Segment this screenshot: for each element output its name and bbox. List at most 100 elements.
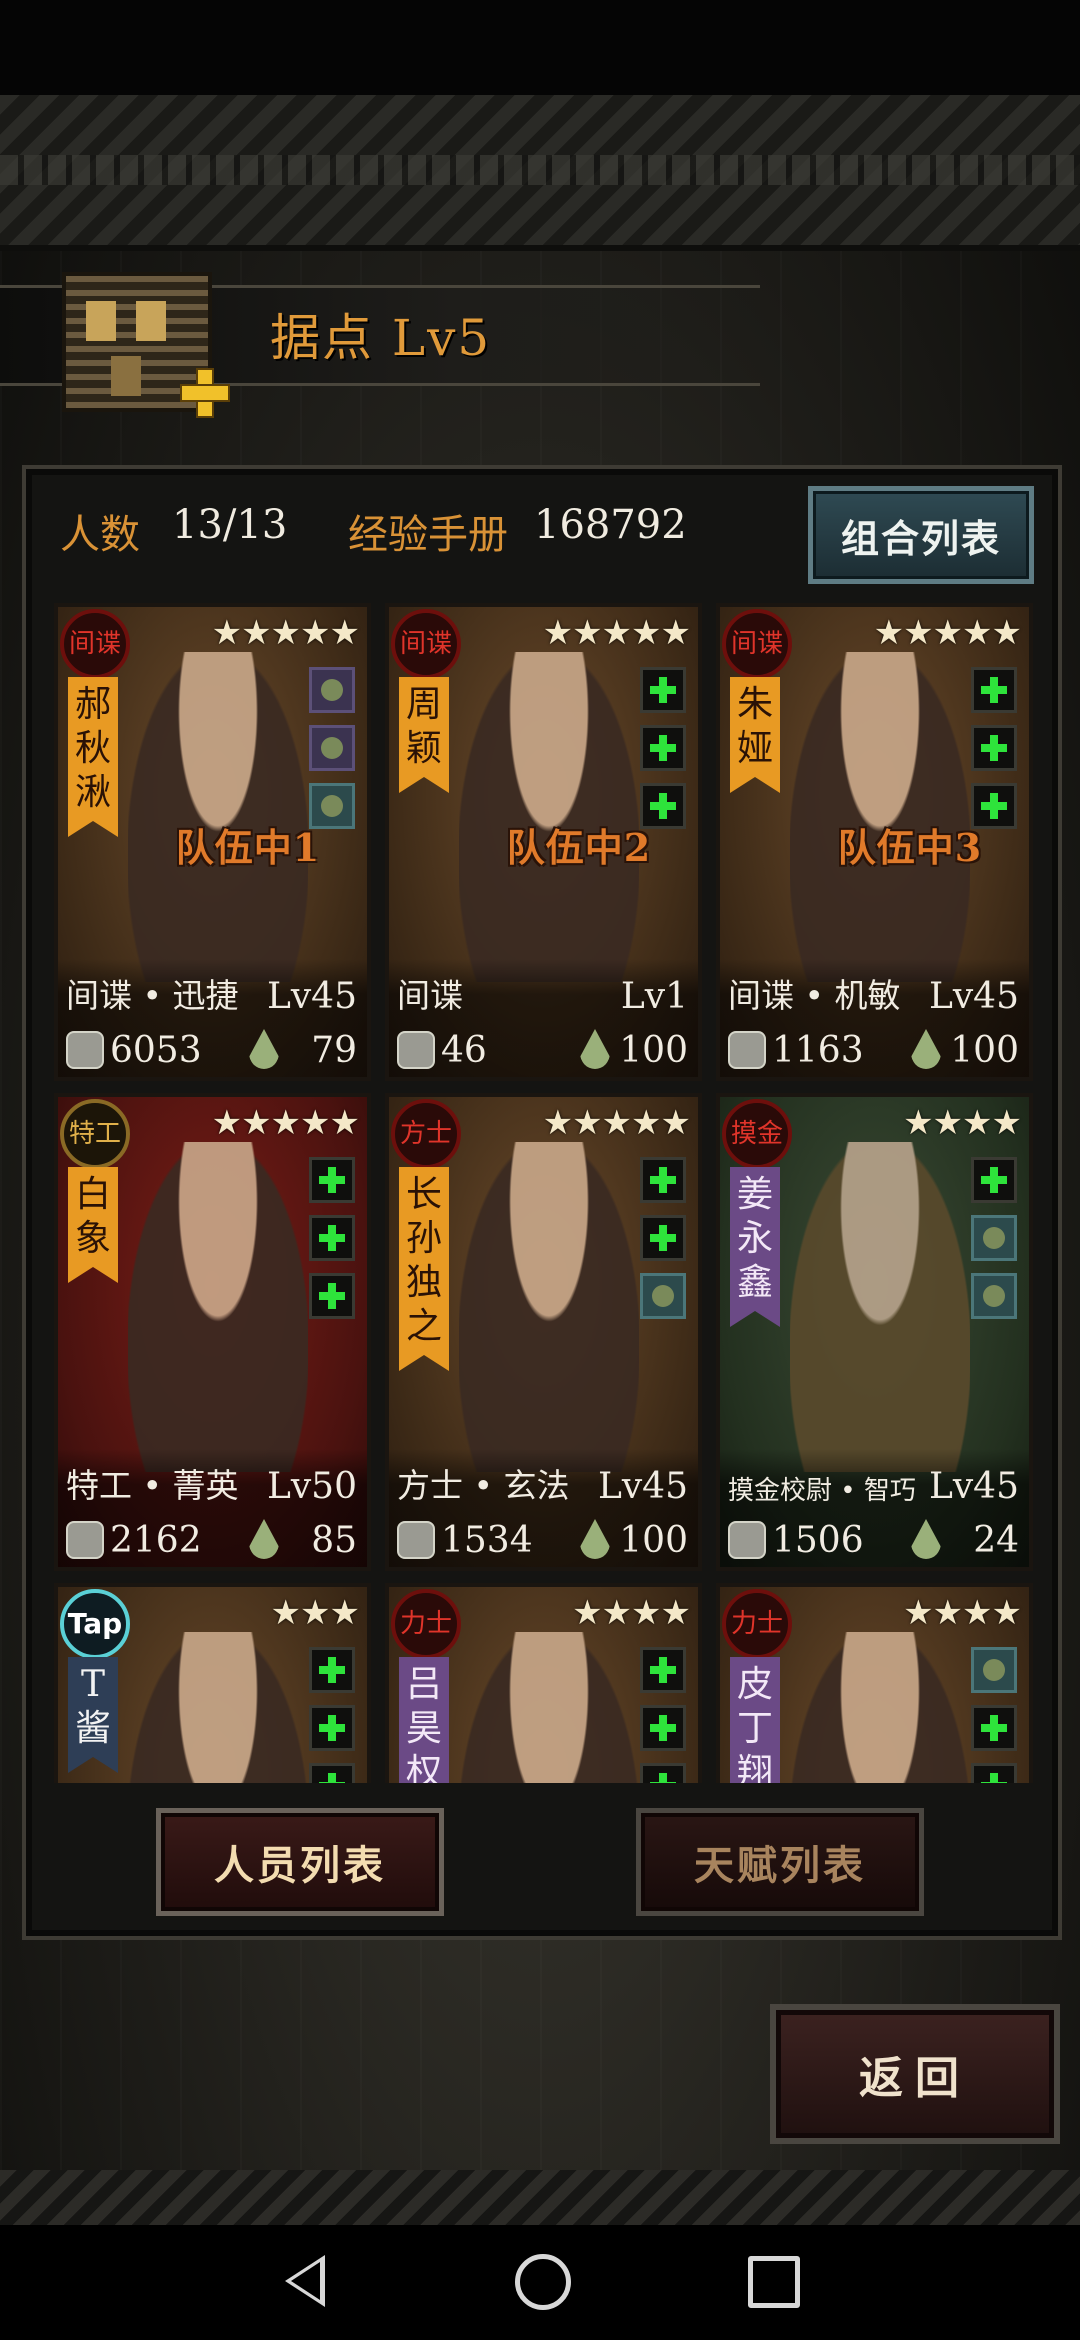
- plus-icon[interactable]: [640, 1647, 686, 1693]
- star-rating: ★★★★: [903, 1593, 1022, 1633]
- fist-icon: [397, 1031, 435, 1069]
- status-area: [0, 0, 1080, 95]
- nav-back-icon[interactable]: [285, 2255, 325, 2307]
- talent-list-tab[interactable]: 天赋列表: [636, 1808, 924, 1916]
- character-name: 朱娅: [730, 677, 780, 793]
- power-value: 1506: [772, 1520, 864, 1561]
- class-badge: 间谍: [391, 609, 461, 679]
- plus-icon[interactable]: [971, 1763, 1017, 1783]
- character-name: 姜永鑫: [730, 1167, 780, 1327]
- character-card[interactable]: 力士 ★★★★ 吕昊权: [385, 1583, 702, 1783]
- level: Lv45: [597, 1466, 688, 1507]
- star-rating: ★★★★★: [542, 1103, 691, 1143]
- plus-icon[interactable]: [640, 667, 686, 713]
- stamina-value: 85: [311, 1520, 357, 1561]
- fist-icon: [728, 1031, 766, 1069]
- equipped-item-icon[interactable]: [309, 667, 355, 713]
- nav-recents-icon[interactable]: [748, 2256, 800, 2308]
- stamina-value: 100: [619, 1520, 688, 1561]
- job-title: 间谍: [397, 976, 463, 1015]
- game-screen: 据点 Lv5 人数 13/13 经验手册 168792 组合列表 间谍 ★★★★…: [0, 0, 1080, 2340]
- job-title: 间谍 • 机敏: [728, 976, 901, 1015]
- class-badge: 力士: [391, 1589, 461, 1659]
- class-badge: 特工: [60, 1099, 130, 1169]
- fist-icon: [66, 1521, 104, 1559]
- equipped-item-icon[interactable]: [971, 1647, 1017, 1693]
- plus-icon[interactable]: [640, 1157, 686, 1203]
- character-card[interactable]: Tap ★★★ T酱: [54, 1583, 371, 1783]
- level: Lv1: [620, 976, 688, 1017]
- power-value: 2162: [110, 1520, 202, 1561]
- team-status-label: 队伍中1: [175, 825, 321, 870]
- exp-manual-label: 经验手册: [348, 512, 508, 558]
- members-label: 人数: [60, 512, 140, 558]
- plus-icon[interactable]: [640, 1763, 686, 1783]
- character-name: 白象: [68, 1167, 118, 1283]
- star-rating: ★★★: [270, 1593, 360, 1633]
- team-status-label: 队伍中3: [837, 825, 983, 870]
- plus-icon[interactable]: [309, 1157, 355, 1203]
- stamina-value: 79: [311, 1030, 357, 1071]
- back-button[interactable]: 返回: [770, 2004, 1060, 2144]
- character-name: 皮丁翔: [730, 1657, 780, 1783]
- level: Lv45: [928, 976, 1019, 1017]
- members-value: 13/13: [172, 502, 288, 548]
- plus-icon[interactable]: [640, 725, 686, 771]
- character-portrait: [790, 1142, 970, 1472]
- stamina-value: 24: [973, 1520, 1019, 1561]
- upgrade-plus-icon[interactable]: [180, 368, 230, 418]
- equipped-item-icon[interactable]: [640, 1273, 686, 1319]
- stronghold-title: 据点 Lv5: [270, 309, 492, 367]
- character-portrait: [790, 1632, 970, 1783]
- star-rating: ★★★★★: [211, 613, 360, 653]
- equipped-item-icon[interactable]: [309, 725, 355, 771]
- plus-icon[interactable]: [971, 1157, 1017, 1203]
- plus-icon[interactable]: [309, 1273, 355, 1319]
- character-card[interactable]: 方士 ★★★★★ 长孙独之 方士 • 玄法 Lv45 1534 100: [385, 1093, 702, 1571]
- job-title: 摸金校尉 • 智巧: [728, 1476, 916, 1506]
- fist-icon: [66, 1031, 104, 1069]
- stamina-value: 100: [619, 1030, 688, 1071]
- personnel-list-tab[interactable]: 人员列表: [156, 1808, 444, 1916]
- class-badge: 方士: [391, 1099, 461, 1169]
- character-name: 吕昊权: [399, 1657, 449, 1783]
- plus-icon[interactable]: [309, 1647, 355, 1693]
- plus-icon[interactable]: [971, 725, 1017, 771]
- class-badge: 间谍: [60, 609, 130, 679]
- combo-list-button[interactable]: 组合列表: [808, 486, 1034, 584]
- character-list[interactable]: 间谍 ★★★★★ 郝秋湫 队伍中1 间谍 • 迅捷 Lv45 6053 79 间…: [54, 603, 1039, 1783]
- plus-icon[interactable]: [640, 1215, 686, 1261]
- fist-icon: [728, 1521, 766, 1559]
- job-title: 方士 • 玄法: [397, 1466, 570, 1505]
- character-card[interactable]: 力士 ★★★★ 皮丁翔: [716, 1583, 1033, 1783]
- character-card[interactable]: 摸金 ★★★★ 姜永鑫 摸金校尉 • 智巧 Lv45 1506 24: [716, 1093, 1033, 1571]
- equipped-item-icon[interactable]: [971, 1215, 1017, 1261]
- character-card[interactable]: 特工 ★★★★★ 白象 特工 • 菁英 Lv50 2162 85: [54, 1093, 371, 1571]
- character-portrait: [459, 1142, 639, 1472]
- character-card[interactable]: 间谍 ★★★★★ 朱娅 队伍中3 间谍 • 机敏 Lv45 1163 100: [716, 603, 1033, 1081]
- exp-manual-value: 168792: [534, 502, 687, 548]
- character-portrait: [128, 1632, 308, 1783]
- power-value: 46: [441, 1030, 487, 1071]
- character-card[interactable]: 间谍 ★★★★★ 周颖 队伍中2 间谍 Lv1 46 100: [385, 603, 702, 1081]
- star-rating: ★★★★★: [873, 613, 1022, 653]
- level: Lv45: [266, 976, 357, 1017]
- star-rating: ★★★★★: [211, 1103, 360, 1143]
- plus-icon[interactable]: [309, 1705, 355, 1751]
- plus-icon[interactable]: [309, 1215, 355, 1261]
- plus-icon[interactable]: [309, 1763, 355, 1783]
- class-badge: 力士: [722, 1589, 792, 1659]
- plus-icon[interactable]: [640, 1705, 686, 1751]
- character-name: T酱: [68, 1657, 118, 1773]
- nav-home-icon[interactable]: [515, 2254, 571, 2310]
- character-card[interactable]: 间谍 ★★★★★ 郝秋湫 队伍中1 间谍 • 迅捷 Lv45 6053 79: [54, 603, 371, 1081]
- plus-icon[interactable]: [971, 667, 1017, 713]
- character-name: 郝秋湫: [68, 677, 118, 837]
- class-badge: 摸金: [722, 1099, 792, 1169]
- plus-icon[interactable]: [971, 1705, 1017, 1751]
- power-value: 1534: [441, 1520, 533, 1561]
- equipped-item-icon[interactable]: [971, 1273, 1017, 1319]
- star-rating: ★★★★: [572, 1593, 691, 1633]
- wall-background: [0, 95, 1080, 251]
- level: Lv45: [928, 1466, 1019, 1507]
